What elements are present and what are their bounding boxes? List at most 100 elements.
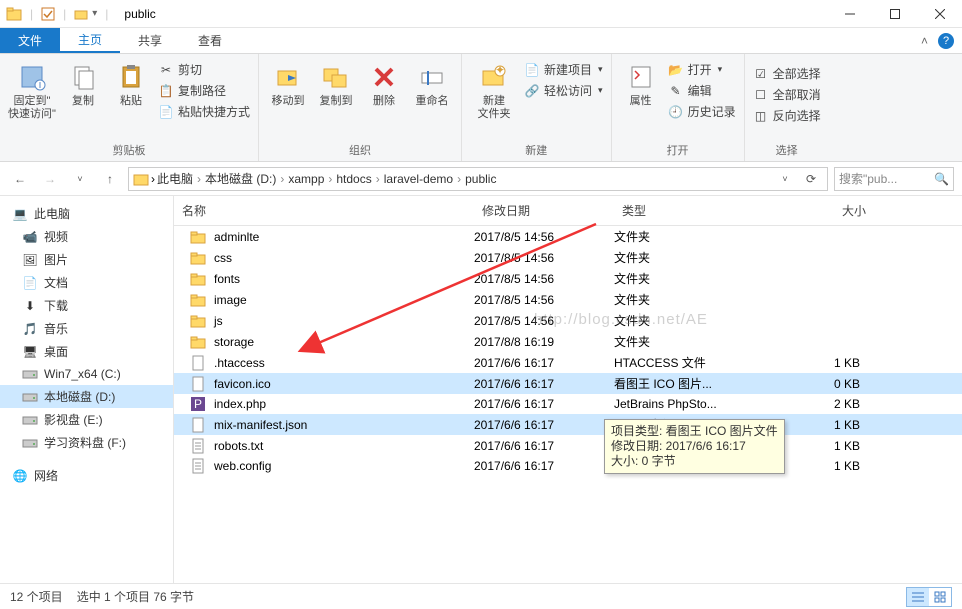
properties-button[interactable]: 属性 — [620, 57, 662, 108]
tree-item-3[interactable]: ⬇下载 — [0, 294, 173, 317]
breadcrumb[interactable]: › 此电脑› 本地磁盘 (D:)› xampp› htdocs› laravel… — [128, 167, 828, 191]
col-name[interactable]: 名称 — [174, 196, 474, 225]
file-row[interactable]: adminlte2017/8/5 14:56文件夹 — [174, 226, 962, 247]
titlebar: | | ▾ | public — [0, 0, 962, 28]
minimize-button[interactable] — [827, 0, 872, 28]
tree-item-7[interactable]: 本地磁盘 (D:) — [0, 385, 173, 408]
folder-icon — [6, 6, 22, 22]
forward-button[interactable]: → — [38, 167, 62, 191]
tree-item-4[interactable]: 🎵音乐 — [0, 317, 173, 340]
file-row[interactable]: storage2017/8/8 16:19文件夹 — [174, 331, 962, 352]
tree-item-0[interactable]: 📹视频 — [0, 225, 173, 248]
dropdown-history[interactable]: ˅ — [773, 174, 797, 184]
crumb-this-pc[interactable]: 此电脑› — [157, 170, 203, 187]
status-selected: 选中 1 个项目 76 字节 — [77, 588, 194, 605]
pin-to-quick-access-button[interactable]: 固定到" 快速访问" — [8, 57, 56, 121]
search-input[interactable]: 搜索"pub... 🔍 — [834, 167, 954, 191]
move-to-button[interactable]: 移动到 — [267, 57, 309, 108]
scissors-icon: ✂ — [158, 62, 174, 78]
crumb-public[interactable]: public — [465, 172, 496, 186]
easy-access-icon: 🔗 — [524, 83, 540, 99]
file-row[interactable]: mix-manifest.json2017/6/6 16:17JSON 文件1 … — [174, 414, 962, 435]
file-row[interactable]: js2017/8/5 14:56文件夹 — [174, 310, 962, 331]
separator: | — [30, 7, 33, 21]
paste-button[interactable]: 粘贴 — [110, 57, 152, 108]
history-button[interactable]: 🕘历史记录 — [668, 103, 736, 120]
tab-view[interactable]: 查看 — [180, 28, 240, 53]
tree-item-6[interactable]: Win7_x64 (C:) — [0, 363, 173, 385]
ribbon-group-organize: 移动到 复制到 删除 重命名 组织 — [259, 54, 462, 161]
details-view-button[interactable] — [907, 588, 929, 606]
back-button[interactable]: ← — [8, 167, 32, 191]
copy-to-button[interactable]: 复制到 — [315, 57, 357, 108]
file-row[interactable]: .htaccess2017/6/6 16:17HTACCESS 文件1 KB — [174, 352, 962, 373]
easy-access-button[interactable]: 🔗轻松访问▾ — [524, 82, 603, 99]
refresh-button[interactable]: ⟳ — [799, 172, 823, 186]
paste-shortcut-button[interactable]: 📄粘贴快捷方式 — [158, 103, 250, 120]
edit-icon: ✎ — [668, 83, 684, 99]
tab-share[interactable]: 共享 — [120, 28, 180, 53]
select-none-button[interactable]: ☐全部取消 — [753, 86, 821, 103]
file-row[interactable]: fonts2017/8/5 14:56文件夹 — [174, 268, 962, 289]
col-size[interactable]: 大小 — [774, 196, 874, 225]
help-button[interactable]: ? — [938, 33, 954, 49]
tab-file[interactable]: 文件 — [0, 28, 60, 53]
ribbon-tabs: 文件 主页 共享 查看 ˄ ? — [0, 28, 962, 54]
select-all-button[interactable]: ☑全部选择 — [753, 65, 821, 82]
pictures-icon: 🖼 — [22, 252, 38, 268]
ribbon-group-new: ✦新建 文件夹 📄新建项目▾ 🔗轻松访问▾ 新建 — [462, 54, 612, 161]
folder-icon — [190, 271, 206, 287]
rename-button[interactable]: 重命名 — [411, 57, 453, 108]
col-date[interactable]: 修改日期 — [474, 196, 614, 225]
tree-item-1[interactable]: 🖼图片 — [0, 248, 173, 271]
crumb-laravel[interactable]: laravel-demo› — [384, 172, 463, 186]
invert-selection-button[interactable]: ◫反向选择 — [753, 107, 821, 124]
col-type[interactable]: 类型 — [614, 196, 774, 225]
txt-icon — [190, 438, 206, 454]
new-item-button[interactable]: 📄新建项目▾ — [524, 61, 603, 78]
collapse-ribbon-button[interactable]: ˄ — [921, 34, 928, 48]
open-button[interactable]: 📂打开▾ — [668, 61, 736, 78]
view-mode-toggle — [906, 587, 952, 607]
edit-button[interactable]: ✎编辑 — [668, 82, 736, 99]
select-all-icon: ☑ — [753, 66, 769, 82]
tree-network[interactable]: 🌐网络 — [0, 464, 173, 487]
file-row[interactable]: image2017/8/5 14:56文件夹 — [174, 289, 962, 310]
tooltip: 项目类型: 看图王 ICO 图片文件 修改日期: 2017/6/6 16:17 … — [604, 419, 785, 474]
file-row[interactable]: Pindex.php2017/6/6 16:17JetBrains PhpSto… — [174, 394, 962, 414]
delete-button[interactable]: 删除 — [363, 57, 405, 108]
crumb-htdocs[interactable]: htdocs› — [336, 172, 381, 186]
txt-icon — [190, 458, 206, 474]
crumb-d[interactable]: 本地磁盘 (D:)› — [205, 170, 286, 187]
new-folder-button[interactable]: ✦新建 文件夹 — [470, 57, 518, 121]
tree-item-8[interactable]: 影视盘 (E:) — [0, 408, 173, 431]
crumb-xampp[interactable]: xampp› — [288, 172, 334, 186]
file-row[interactable]: favicon.ico2017/6/6 16:17看图王 ICO 图片...0 … — [174, 373, 962, 394]
tab-home[interactable]: 主页 — [60, 28, 120, 53]
ribbon: 固定到" 快速访问" 复制 粘贴 ✂剪切 📋复制路径 📄粘贴快捷方式 剪贴板 移… — [0, 54, 962, 162]
cut-button[interactable]: ✂剪切 — [158, 61, 250, 78]
file-icon — [190, 355, 206, 371]
file-row[interactable]: css2017/8/5 14:56文件夹 — [174, 247, 962, 268]
file-icon — [190, 417, 206, 433]
file-row[interactable]: web.config2017/6/6 16:17XML Configurati.… — [174, 456, 962, 476]
computer-icon: 💻 — [12, 206, 28, 222]
tree-item-2[interactable]: 📄文档 — [0, 271, 173, 294]
svg-text:✦: ✦ — [495, 63, 505, 77]
checkbox-icon[interactable] — [41, 7, 55, 21]
file-row[interactable]: robots.txt2017/6/6 16:17文本文档1 KB — [174, 435, 962, 456]
close-button[interactable] — [917, 0, 962, 28]
maximize-button[interactable] — [872, 0, 917, 28]
recent-dropdown[interactable]: ˅ — [68, 167, 92, 191]
dropdown-icon[interactable]: ▾ — [92, 8, 97, 19]
copy-button[interactable]: 复制 — [62, 57, 104, 108]
tree-item-5[interactable]: 🖥桌面 — [0, 340, 173, 363]
tree-item-9[interactable]: 学习资料盘 (F:) — [0, 431, 173, 454]
folder-icon — [190, 229, 206, 245]
copy-path-button[interactable]: 📋复制路径 — [158, 82, 250, 99]
tree-this-pc[interactable]: 💻此电脑 — [0, 202, 173, 225]
drive-icon — [22, 389, 38, 405]
select-none-icon: ☐ — [753, 87, 769, 103]
icons-view-button[interactable] — [929, 588, 951, 606]
up-button[interactable]: ↑ — [98, 167, 122, 191]
